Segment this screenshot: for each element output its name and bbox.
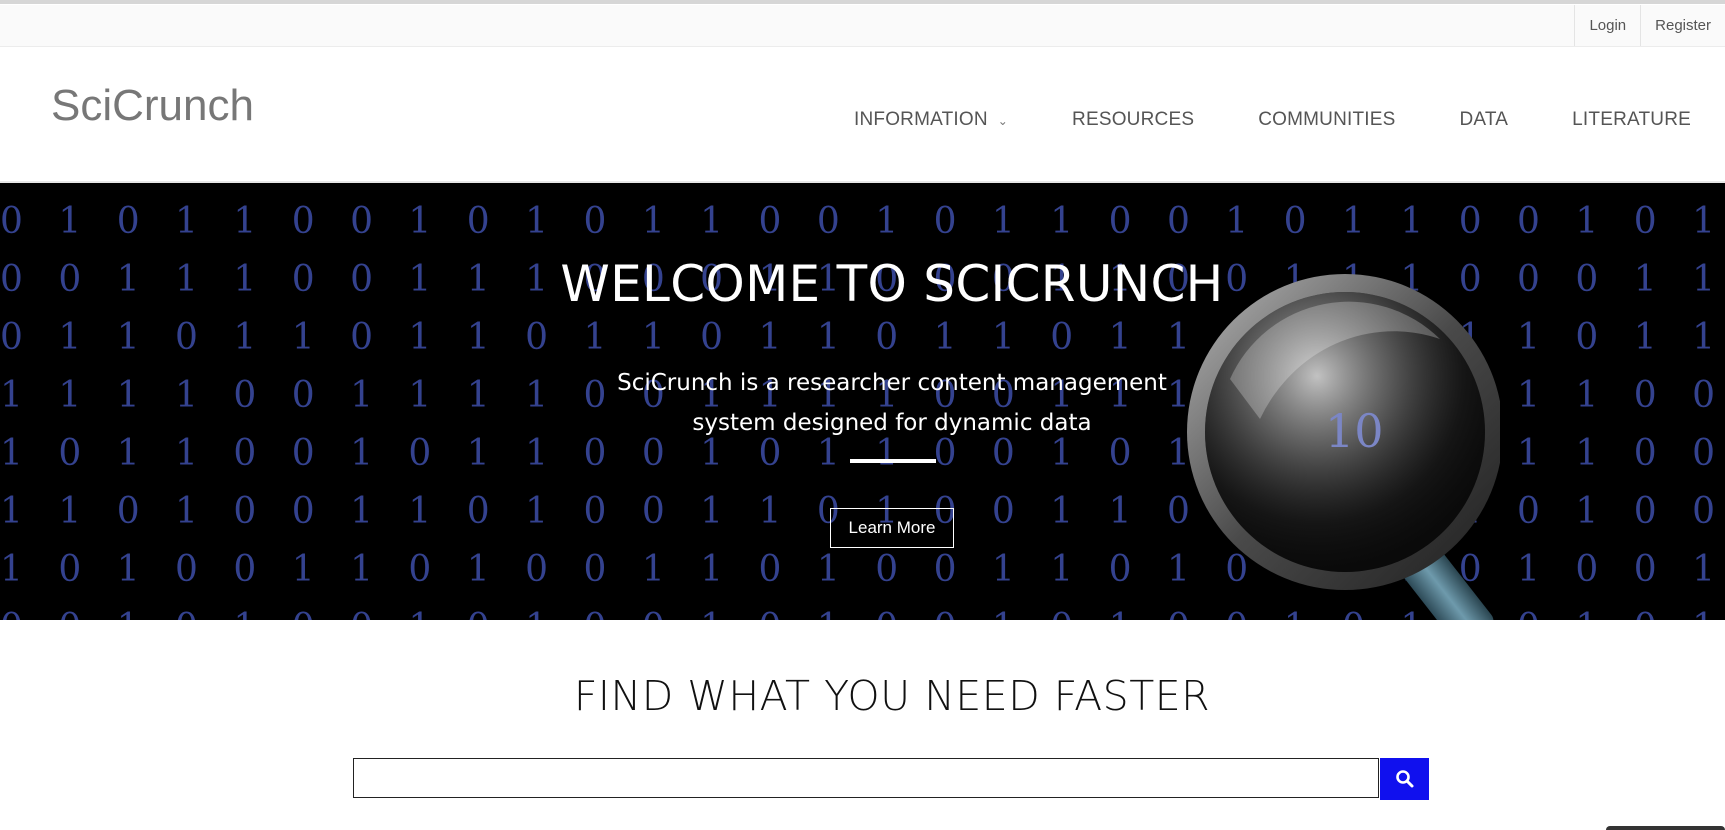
register-link[interactable]: Register <box>1640 5 1725 46</box>
main-nav: INFORMATION ⌄ RESOURCES COMMUNITIES DATA… <box>854 109 1725 131</box>
hero-banner: 0 1 0 1 1 0 0 1 0 1 0 1 1 0 0 1 0 1 1 0 … <box>0 183 1725 620</box>
nav-item-label: INFORMATION <box>853 109 988 130</box>
chevron-down-icon: ⌄ <box>997 114 1009 128</box>
nav-item-communities[interactable]: COMMUNITIES <box>1258 109 1395 131</box>
login-link[interactable]: Login <box>1574 5 1640 46</box>
hero-subtitle-line-1: SciCrunch is a researcher content manage… <box>617 370 1167 396</box>
account-links: Login Register <box>1574 5 1725 46</box>
window-top-border <box>0 0 1725 4</box>
search-icon <box>1395 770 1413 788</box>
nav-item-information[interactable]: INFORMATION ⌄ <box>854 109 1008 131</box>
hero-divider <box>850 459 936 463</box>
nav-item-literature[interactable]: LITERATURE <box>1572 109 1691 131</box>
site-header: SciCrunch INFORMATION ⌄ RESOURCES COMMUN… <box>0 47 1725 183</box>
top-utility-bar: Login Register <box>0 5 1725 47</box>
hero-title: WELCOME TO SCICRUNCH <box>560 255 1224 313</box>
search-input[interactable] <box>353 758 1379 798</box>
hero-subtitle: SciCrunch is a researcher content manage… <box>0 363 1725 443</box>
search-button[interactable] <box>1380 758 1429 800</box>
learn-more-button[interactable]: Learn More <box>830 508 954 548</box>
search-heading: FIND WHAT YOU NEED FASTER <box>573 672 1211 720</box>
hero-content: WELCOME TO SCICRUNCH SciCrunch is a rese… <box>0 183 1725 620</box>
hero-subtitle-line-2: system designed for dynamic data <box>692 410 1092 436</box>
nav-item-resources[interactable]: RESOURCES <box>1072 109 1194 131</box>
site-logo[interactable]: SciCrunch <box>51 81 254 131</box>
corner-widget-edge <box>1606 826 1725 830</box>
nav-item-data[interactable]: DATA <box>1460 109 1509 131</box>
